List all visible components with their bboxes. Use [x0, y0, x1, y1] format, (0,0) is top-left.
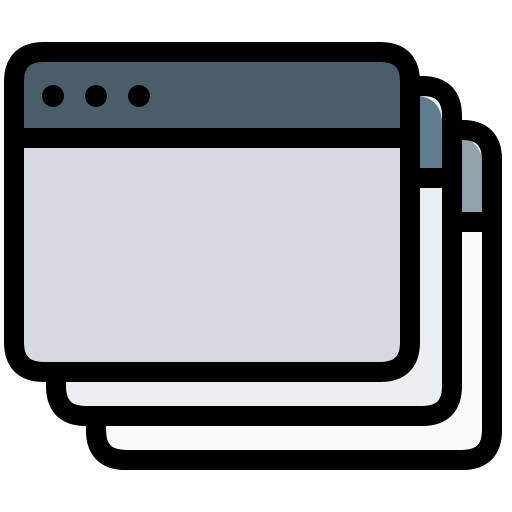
- window-dot-2: [85, 85, 107, 107]
- front-window: [4, 42, 420, 382]
- window-dot-1: [42, 85, 64, 107]
- icon-canvas: [0, 0, 512, 512]
- stacked-browser-windows-icon: [4, 42, 502, 470]
- front-window-header: [14, 52, 410, 138]
- window-dot-3: [128, 85, 150, 107]
